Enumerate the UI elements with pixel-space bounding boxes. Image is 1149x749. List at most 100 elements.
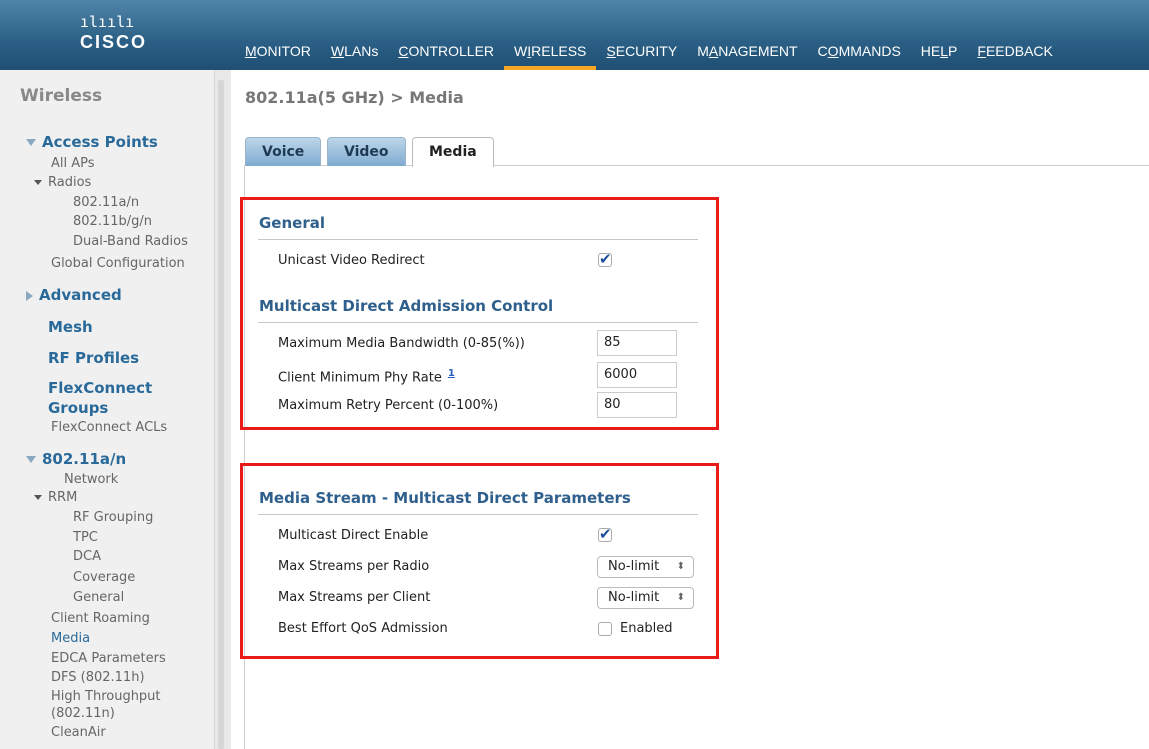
nav-wlans-post: LANs bbox=[344, 43, 379, 59]
nav-help-pre: HE bbox=[920, 43, 941, 59]
max-media-bandwidth-label: Maximum Media Bandwidth (0-85(%)) bbox=[278, 336, 525, 351]
client-min-phy-rate-input[interactable]: 6000 bbox=[597, 362, 677, 388]
sidebar-item-access-points-label: Access Points bbox=[42, 133, 158, 151]
nav-commands-post: MMANDS bbox=[838, 43, 901, 59]
nav-security[interactable]: SECURITY bbox=[596, 42, 687, 70]
client-min-phy-rate-text: Client Minimum Phy Rate bbox=[278, 370, 442, 386]
best-effort-qos-label: Best Effort QoS Admission bbox=[278, 621, 448, 636]
max-retry-percent-label: Maximum Retry Percent (0-100%) bbox=[278, 398, 499, 413]
nav-management-pre: M bbox=[697, 43, 709, 59]
sidebar-item-global-config[interactable]: Global Configuration bbox=[51, 256, 185, 271]
sidebar-item-mesh[interactable]: Mesh bbox=[48, 318, 93, 336]
collapse-triangle-icon[interactable] bbox=[26, 139, 36, 146]
sidebar-item-flexconnect-groups-2[interactable]: Groups bbox=[48, 399, 108, 417]
section-divider bbox=[258, 514, 698, 515]
nav-controller-ul: C bbox=[398, 43, 409, 59]
nav-commands[interactable]: COMMANDS bbox=[808, 42, 911, 70]
sidebar-item-flexconnect-acls[interactable]: FlexConnect ACLs bbox=[51, 420, 167, 435]
section-heading-general: General bbox=[259, 214, 325, 232]
best-effort-qos-checkbox[interactable] bbox=[598, 622, 612, 636]
max-streams-per-client-value: No-limit bbox=[608, 590, 660, 605]
nav-feedback[interactable]: FEEDBACK bbox=[967, 42, 1062, 70]
nav-security-ul: S bbox=[606, 43, 616, 59]
sidebar-item-80211an-band[interactable]: 802.11a/n bbox=[26, 450, 126, 468]
tab-media[interactable]: Media bbox=[412, 137, 494, 167]
cisco-logo[interactable]: ılıılı CISCO bbox=[80, 14, 160, 58]
nav-commands-ul: O bbox=[827, 43, 839, 59]
splitter-grip[interactable] bbox=[218, 80, 224, 749]
collapse-triangle-icon[interactable] bbox=[34, 495, 42, 500]
sidebar-item-cleanair[interactable]: CleanAir bbox=[51, 725, 106, 740]
unicast-video-redirect-checkbox[interactable] bbox=[598, 250, 612, 268]
collapse-triangle-icon[interactable] bbox=[34, 180, 42, 185]
sidebar-item-rf-grouping[interactable]: RF Grouping bbox=[73, 510, 153, 525]
tab-voice[interactable]: Voice bbox=[245, 137, 322, 166]
max-streams-per-client-select[interactable]: No-limit ⬍ bbox=[597, 587, 694, 609]
footnote-link[interactable]: 1 bbox=[448, 368, 455, 379]
nav-wireless-pre: W bbox=[514, 43, 528, 59]
nav-help[interactable]: HELP bbox=[911, 42, 968, 70]
select-arrows-icon: ⬍ bbox=[676, 561, 685, 572]
nav-management-ul: A bbox=[708, 43, 719, 59]
max-retry-percent-input[interactable]: 80 bbox=[597, 392, 677, 418]
nav-wireless-post: RELESS bbox=[531, 43, 587, 59]
section-divider bbox=[258, 239, 698, 240]
nav-wlans-ul: W bbox=[330, 43, 345, 59]
nav-help-post: P bbox=[948, 43, 958, 59]
nav-monitor-post: ONITOR bbox=[256, 43, 311, 59]
sidebar-item-rrm-label: RRM bbox=[48, 490, 78, 505]
sidebar-item-media[interactable]: Media bbox=[51, 631, 90, 646]
best-effort-enabled-label: Enabled bbox=[620, 621, 673, 636]
unicast-video-redirect-label: Unicast Video Redirect bbox=[278, 253, 425, 268]
sidebar-splitter[interactable] bbox=[215, 70, 231, 749]
sidebar-item-advanced-label: Advanced bbox=[39, 286, 122, 304]
sidebar-item-radios[interactable]: Radios bbox=[34, 175, 91, 190]
max-media-bandwidth-input[interactable]: 85 bbox=[597, 330, 677, 356]
collapse-triangle-icon[interactable] bbox=[26, 456, 36, 463]
nav-management-post: NAGEMENT bbox=[718, 43, 798, 59]
sidebar-item-tpc[interactable]: TPC bbox=[73, 530, 98, 545]
sidebar-item-rrm[interactable]: RRM bbox=[34, 490, 77, 505]
sidebar-item-network[interactable]: Network bbox=[64, 472, 118, 487]
expand-triangle-icon[interactable] bbox=[26, 290, 33, 301]
sidebar-item-80211an[interactable]: 802.11a/n bbox=[73, 195, 139, 210]
sidebar-item-flexconnect-groups[interactable]: FlexConnect bbox=[48, 379, 152, 397]
cisco-logo-text: CISCO bbox=[80, 32, 148, 52]
nav-controller-post: ONTROLLER bbox=[408, 43, 495, 59]
section-heading-media-stream: Media Stream - Multicast Direct Paramete… bbox=[259, 489, 631, 507]
sidebar-item-edca[interactable]: EDCA Parameters bbox=[51, 651, 166, 666]
sidebar-item-access-points[interactable]: Access Points bbox=[26, 133, 158, 151]
nav-help-ul: L bbox=[940, 43, 949, 59]
client-min-phy-rate-label: Client Minimum Phy Rate 1 bbox=[278, 368, 455, 385]
sidebar-item-coverage[interactable]: Coverage bbox=[73, 570, 135, 585]
sidebar-item-80211bgn[interactable]: 802.11b/g/n bbox=[73, 214, 152, 229]
sidebar-item-80211an-band-label: 802.11a/n bbox=[42, 450, 127, 468]
nav-wlans[interactable]: WLANs bbox=[321, 42, 388, 70]
sidebar-item-high-throughput[interactable]: High Throughput bbox=[51, 689, 161, 704]
max-streams-per-radio-select[interactable]: No-limit ⬍ bbox=[597, 556, 694, 578]
nav-monitor[interactable]: MONITOR bbox=[235, 42, 321, 70]
page-title: 802.11a(5 GHz) > Media bbox=[245, 88, 464, 107]
sidebar-item-dfs[interactable]: DFS (802.11h) bbox=[51, 670, 145, 685]
nav-feedback-ul: F bbox=[977, 43, 986, 59]
nav-commands-pre: C bbox=[817, 43, 828, 59]
nav-security-post: ECURITY bbox=[615, 43, 678, 59]
sidebar-item-general[interactable]: General bbox=[73, 590, 124, 605]
sidebar-item-advanced[interactable]: Advanced bbox=[26, 286, 122, 304]
max-streams-per-radio-value: No-limit bbox=[608, 559, 660, 574]
sidebar-item-client-roaming[interactable]: Client Roaming bbox=[51, 611, 150, 626]
top-header: ılıılı CISCO MONITOR WLANs CONTROLLER WI… bbox=[0, 0, 1149, 70]
nav-management[interactable]: MANAGEMENT bbox=[687, 42, 807, 70]
multicast-direct-enable-checkbox[interactable] bbox=[598, 525, 612, 543]
nav-controller[interactable]: CONTROLLER bbox=[388, 42, 504, 70]
sidebar-item-all-aps[interactable]: All APs bbox=[51, 156, 95, 171]
nav-wireless[interactable]: WIRELESS bbox=[504, 42, 597, 70]
sidebar-item-dual-band[interactable]: Dual-Band Radios bbox=[73, 234, 188, 249]
sidebar-item-rf-profiles[interactable]: RF Profiles bbox=[48, 349, 139, 367]
nav-feedback-post: EEDBACK bbox=[985, 43, 1053, 59]
sidebar-item-dca[interactable]: DCA bbox=[73, 549, 101, 564]
sidebar-item-high-throughput-2[interactable]: (802.11n) bbox=[51, 706, 115, 721]
select-arrows-icon: ⬍ bbox=[676, 592, 685, 603]
tab-video[interactable]: Video bbox=[327, 137, 406, 166]
sidebar-item-radios-label: Radios bbox=[48, 175, 92, 190]
